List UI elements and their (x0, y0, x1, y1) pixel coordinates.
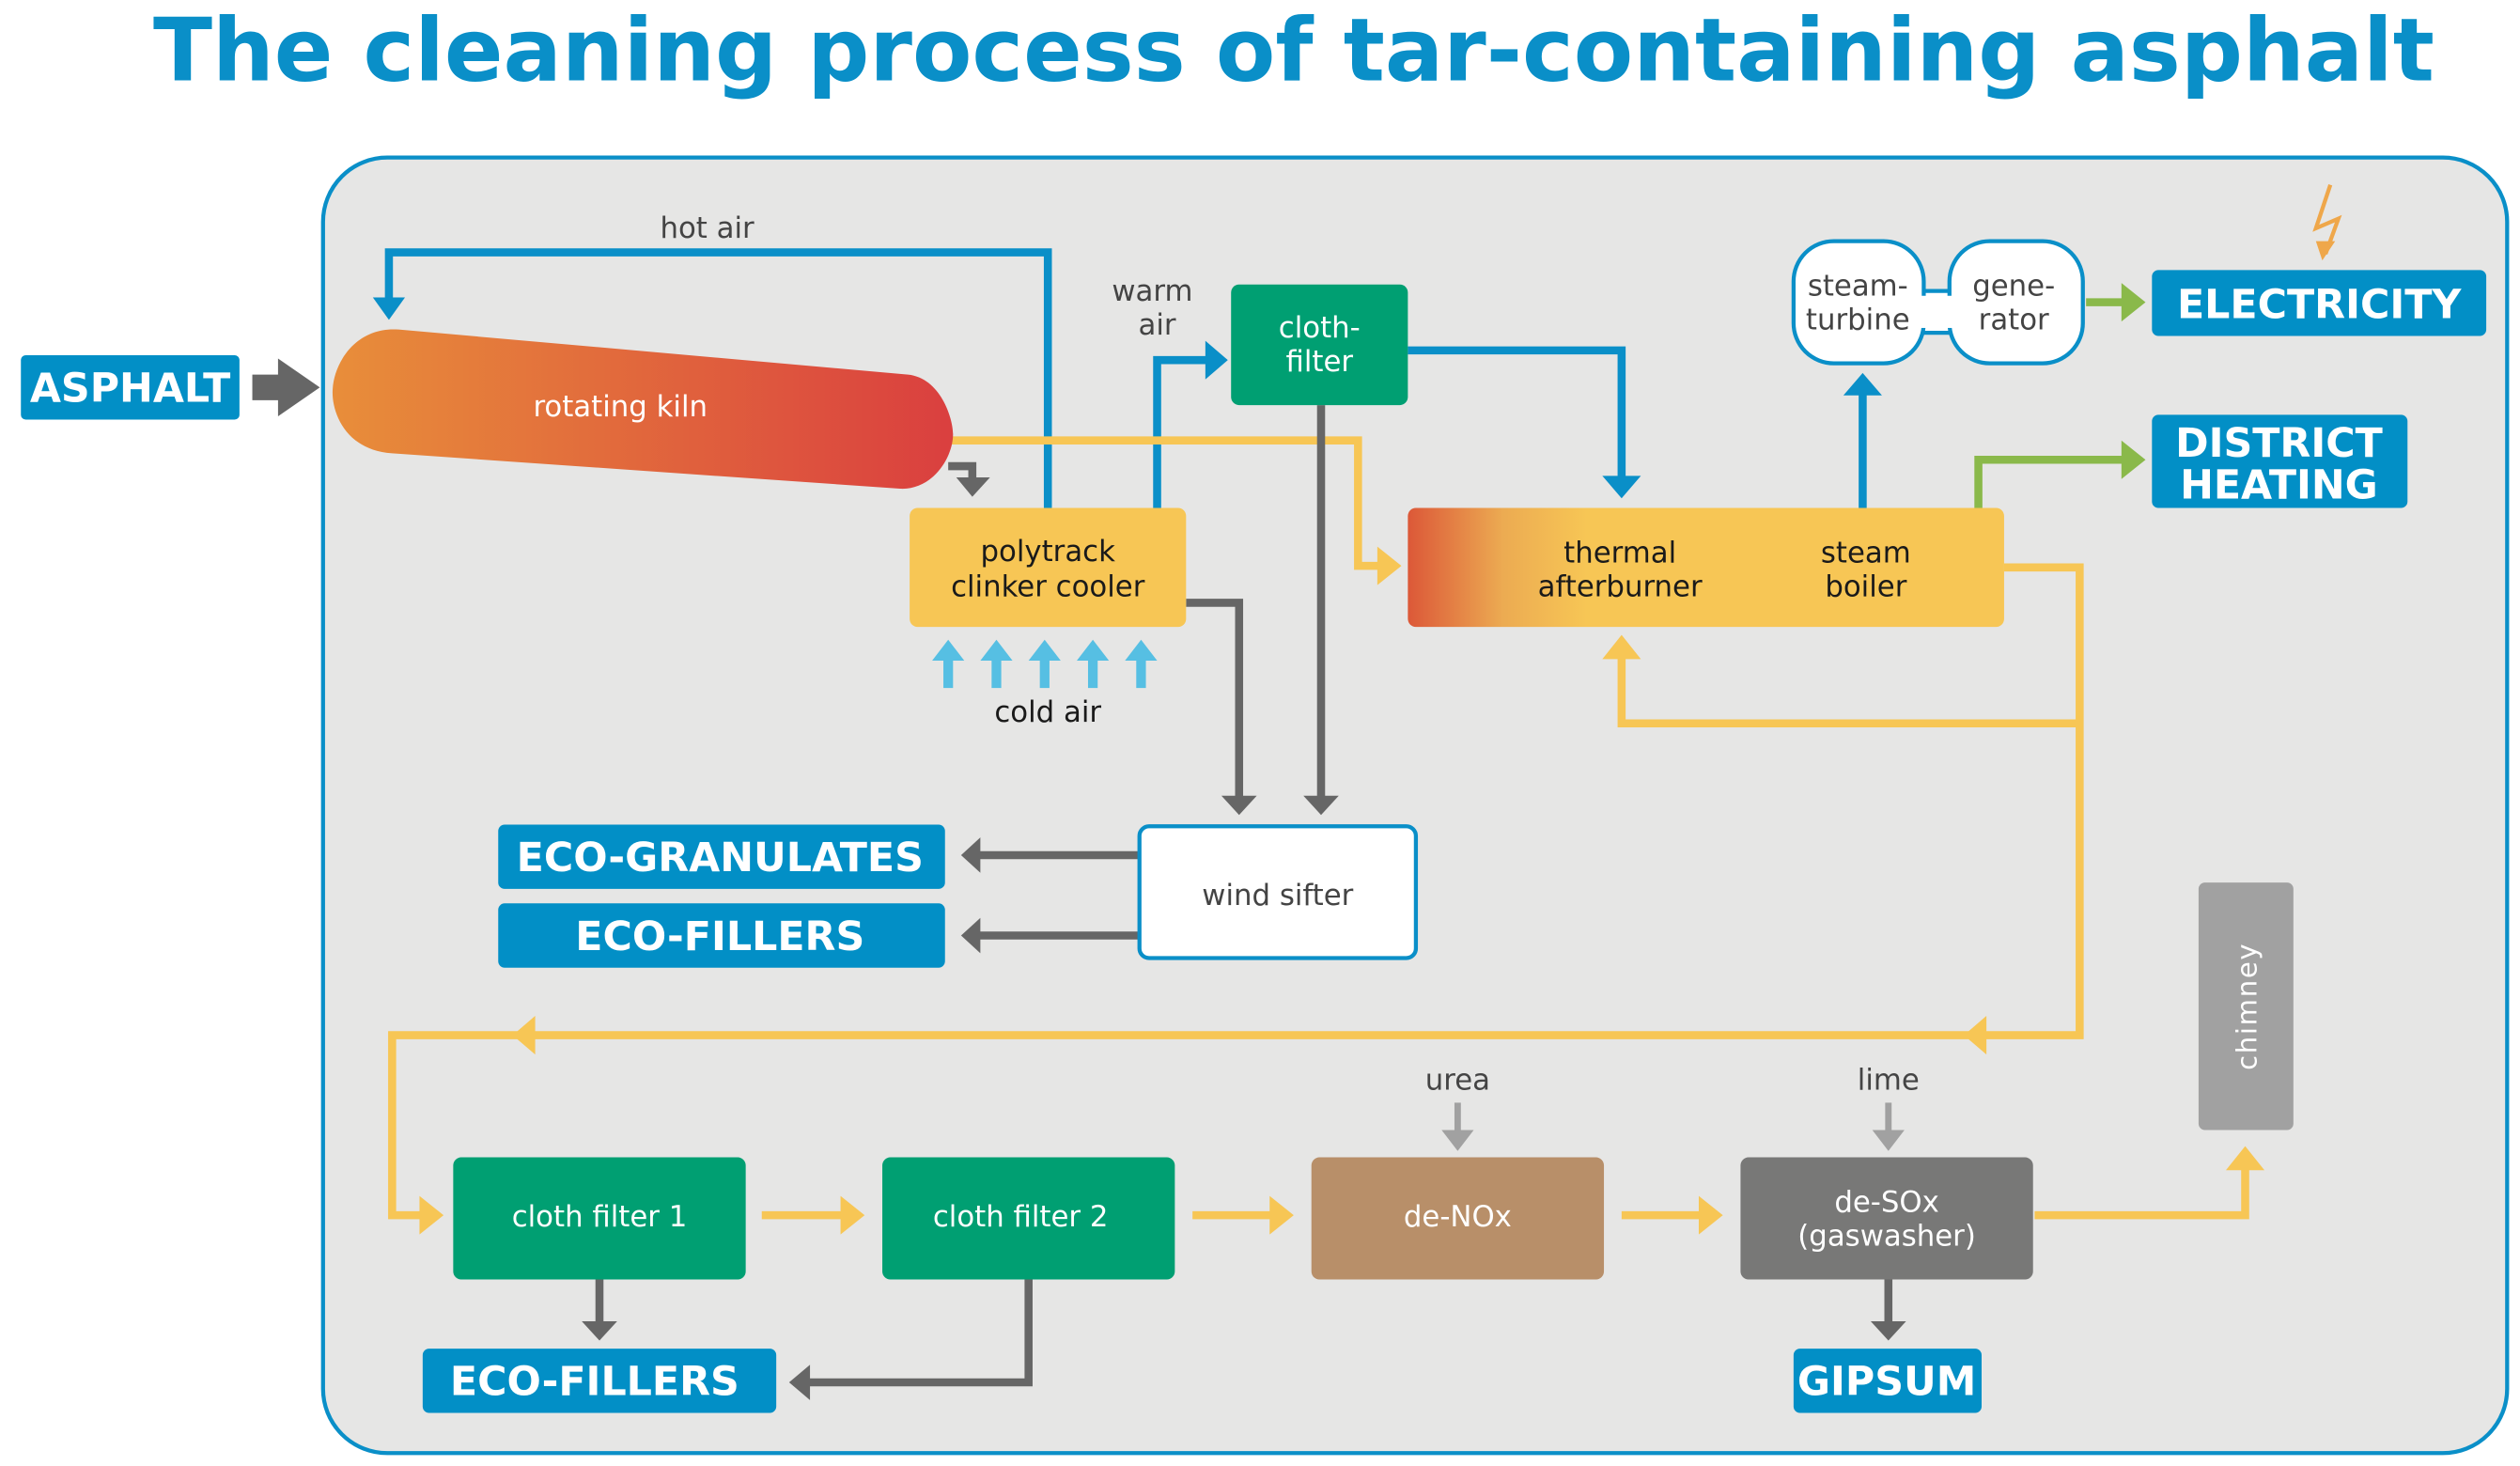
cloth-filter-2: cloth filter 2 (882, 1157, 1175, 1280)
urea-label: urea (1425, 1064, 1490, 1098)
cloth-filter-top: cloth- filter (1231, 284, 1408, 406)
de-sox-label-1: de-SOx (1834, 1186, 1939, 1220)
electricity-output: ELECTRICITY (2152, 270, 2487, 336)
wind-sifter-label: wind sifter (1202, 879, 1353, 912)
eco-fillers-sifter-output: ECO-FILLERS (498, 903, 945, 968)
electricity-label: ELECTRICITY (2177, 282, 2462, 329)
asphalt-input: ASPHALT (21, 355, 240, 420)
eco-granulates-label: ECO-GRANULATES (517, 834, 924, 881)
warm-air-label-1: warm (1112, 274, 1192, 308)
cloth-filter-top-label-2: filter (1285, 345, 1353, 379)
generator-label-1: gene- (1972, 270, 2055, 304)
district-heating-output: DISTRICT HEATING (2152, 414, 2408, 508)
eco-fillers-filters-label: ECO-FILLERS (450, 1359, 739, 1406)
chimney-label: chimney (2231, 943, 2263, 1070)
cold-air-label: cold air (994, 695, 1101, 729)
asphalt-label: ASPHALT (30, 366, 230, 413)
eco-granulates-output: ECO-GRANULATES (498, 824, 945, 889)
thermal-afterburner-label-2: afterburner (1538, 570, 1703, 604)
afterburner-boiler: thermal afterburner steam boiler (1408, 507, 2004, 628)
steam-boiler-label-1: steam (1821, 537, 1911, 570)
eco-fillers-filters-output: ECO-FILLERS (422, 1349, 777, 1413)
lime-label: lime (1858, 1064, 1920, 1098)
district-heating-label-1: DISTRICT (2175, 420, 2383, 467)
hot-air-label: hot air (660, 211, 754, 245)
de-nox: de-NOx (1311, 1157, 1605, 1280)
eco-fillers-sifter-label: ECO-FILLERS (575, 913, 864, 960)
cloth-filter-1-label: cloth filter 1 (512, 1200, 688, 1234)
process-diagram: The cleaning process of tar-containing a… (21, 0, 2510, 1456)
steam-turbine-label-2: turbine (1806, 304, 1910, 337)
clinker-cooler-label-1: polytrack (981, 535, 1116, 569)
wind-sifter: wind sifter (1137, 824, 1419, 960)
clinker-cooler: polytrack clinker cooler (910, 507, 1187, 628)
rotating-kiln-label: rotating kiln (533, 390, 708, 424)
warm-air-label-2: air (1138, 308, 1175, 342)
district-heating-label-2: HEATING (2180, 461, 2378, 508)
steam-boiler-label-2: boiler (1825, 570, 1906, 604)
asphalt-input-arrow (252, 358, 320, 417)
gipsum-label: GIPSUM (1797, 1359, 1976, 1406)
cloth-filter-top-label-1: cloth- (1279, 311, 1361, 345)
cloth-filter-1: cloth filter 1 (453, 1157, 746, 1280)
gipsum-output: GIPSUM (1793, 1349, 1982, 1413)
generator-label-2: rator (1979, 304, 2049, 337)
steam-turbine-label-1: steam- (1808, 270, 1908, 304)
de-nox-label: de-NOx (1404, 1200, 1512, 1234)
de-sox: de-SOx (gaswasher) (1740, 1157, 2033, 1280)
clinker-cooler-label-2: clinker cooler (951, 570, 1145, 604)
de-sox-label-2: (gaswasher) (1797, 1220, 1976, 1254)
thermal-afterburner-label-1: thermal (1563, 537, 1676, 570)
chimney: chimney (2198, 882, 2294, 1131)
cloth-filter-2-label: cloth filter 2 (933, 1200, 1109, 1234)
page-title: The cleaning process of tar-containing a… (153, 0, 2434, 101)
